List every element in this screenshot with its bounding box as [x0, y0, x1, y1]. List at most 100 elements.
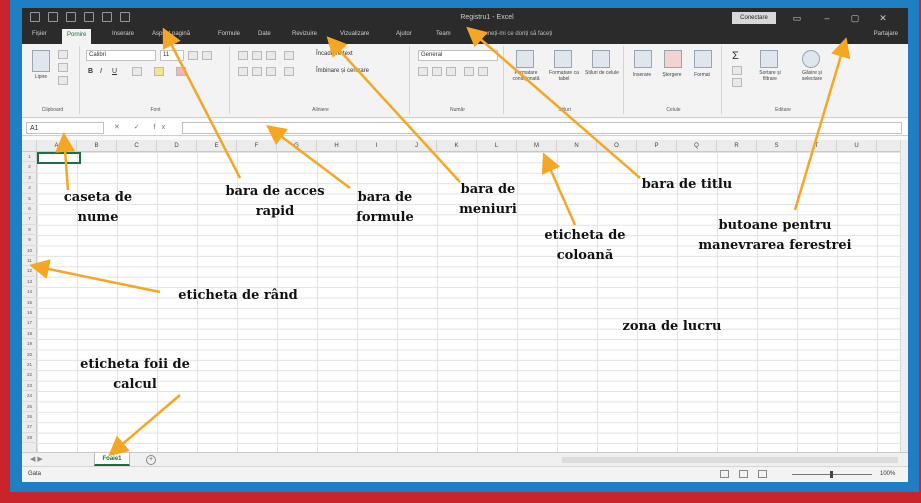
row-header[interactable]: 9 [22, 235, 37, 246]
vertical-scrollbar[interactable] [900, 140, 908, 452]
currency-icon[interactable] [418, 67, 428, 76]
name-box[interactable]: A1 [26, 122, 104, 134]
ribbon-display-options-icon[interactable]: ▭ [788, 11, 806, 25]
cell-styles-label[interactable]: Stiluri de celule [584, 70, 620, 76]
wrap-text-button[interactable]: Încadrare text [316, 51, 353, 57]
align-middle-icon[interactable] [252, 51, 262, 60]
column-header[interactable]: A [37, 140, 77, 152]
row-header[interactable]: 26 [22, 412, 37, 423]
align-top-icon[interactable] [238, 51, 248, 60]
insert-cells-icon[interactable] [634, 50, 652, 68]
font-size-select[interactable]: 11 [160, 50, 184, 61]
column-header[interactable]: R [717, 140, 757, 152]
row-header[interactable]: 25 [22, 402, 37, 412]
select-all-corner[interactable] [22, 140, 37, 152]
tab-help[interactable]: Ajutor [396, 31, 412, 37]
align-right-icon[interactable] [266, 67, 276, 76]
fill-color-icon[interactable] [154, 67, 164, 76]
delete-cells-label[interactable]: Ștergere [656, 72, 688, 78]
tab-home[interactable]: Pornire [62, 29, 92, 44]
tab-insert[interactable]: Inserare [112, 31, 134, 37]
percent-icon[interactable] [432, 67, 442, 76]
shrink-font-icon[interactable] [202, 51, 212, 60]
column-header[interactable]: T [797, 140, 837, 152]
formula-input[interactable] [182, 122, 902, 134]
share-button[interactable]: Partajare [874, 31, 898, 37]
indent-icon[interactable] [284, 67, 294, 76]
column-header[interactable]: K [437, 140, 477, 152]
underline-button[interactable]: U [112, 68, 117, 75]
column-header[interactable]: P [637, 140, 677, 152]
cut-icon[interactable] [58, 50, 68, 59]
conditional-formatting-label[interactable]: Formatare condiționată [508, 70, 544, 82]
italic-button[interactable]: I [100, 68, 102, 75]
row-header[interactable]: 22 [22, 370, 37, 381]
column-header[interactable]: L [477, 140, 517, 152]
column-header[interactable]: U [837, 140, 877, 152]
decrease-decimal-icon[interactable] [478, 67, 488, 76]
tab-file[interactable]: Fișier [32, 31, 47, 37]
font-name-select[interactable]: Calibri [86, 50, 156, 61]
column-header[interactable]: H [317, 140, 357, 152]
row-header[interactable]: 10 [22, 246, 37, 256]
row-header[interactable]: 28 [22, 433, 37, 444]
format-cells-icon[interactable] [694, 50, 712, 68]
clear-icon[interactable] [732, 78, 742, 87]
column-header[interactable]: G [277, 140, 317, 152]
row-header[interactable]: 21 [22, 360, 37, 371]
zoom-knob[interactable] [830, 471, 833, 478]
tab-page-layout[interactable]: Aspect pagină [152, 31, 190, 37]
bold-button[interactable]: B [88, 68, 93, 75]
column-header[interactable]: E [197, 140, 237, 152]
tab-review[interactable]: Revizuire [292, 31, 317, 37]
minimize-button[interactable]: – [818, 11, 836, 25]
row-header[interactable]: 15 [22, 298, 37, 308]
column-header[interactable]: B [77, 140, 117, 152]
row-header[interactable]: 8 [22, 225, 37, 236]
tell-me-search[interactable]: Spuneți-mi ce doriți să faceți [477, 31, 552, 37]
column-header[interactable]: D [157, 140, 197, 152]
comma-style-icon[interactable] [446, 67, 456, 76]
sort-filter-icon[interactable] [760, 50, 778, 68]
normal-view-icon[interactable] [720, 470, 729, 478]
font-color-icon[interactable] [176, 67, 186, 76]
row-header[interactable]: 17 [22, 318, 37, 329]
print-preview-icon[interactable] [102, 12, 112, 22]
column-header[interactable]: Q [677, 140, 717, 152]
conditional-formatting-icon[interactable] [516, 50, 534, 68]
format-as-table-icon[interactable] [554, 50, 572, 68]
autosum-icon[interactable]: Σ [732, 50, 739, 62]
active-cell[interactable] [37, 152, 81, 164]
orientation-icon[interactable] [284, 51, 294, 60]
format-cells-label[interactable]: Format [686, 72, 718, 78]
row-header[interactable]: 23 [22, 381, 37, 392]
formula-buttons[interactable]: ✕ ✓ fx [114, 123, 171, 131]
column-header[interactable]: F [237, 140, 277, 152]
paste-icon[interactable] [32, 50, 50, 72]
add-sheet-button[interactable]: + [146, 455, 156, 465]
column-header[interactable]: I [357, 140, 397, 152]
column-header[interactable]: C [117, 140, 157, 152]
row-header[interactable]: 19 [22, 339, 37, 350]
row-header[interactable]: 13 [22, 277, 37, 288]
number-format-select[interactable]: General [418, 50, 498, 61]
tab-view[interactable]: Vizualizare [340, 31, 369, 37]
format-painter-icon[interactable] [58, 76, 68, 85]
find-select-icon[interactable] [802, 50, 820, 68]
copy-icon[interactable] [58, 63, 68, 72]
format-as-table-label[interactable]: Formatare ca tabel [546, 70, 582, 82]
tab-formulas[interactable]: Formule [218, 31, 240, 37]
column-header[interactable]: M [517, 140, 557, 152]
fill-icon[interactable] [732, 66, 742, 75]
row-header[interactable]: 6 [22, 204, 37, 215]
row-header[interactable]: 3 [22, 173, 37, 184]
sign-in-button[interactable]: Conectare [732, 12, 776, 24]
borders-icon[interactable] [132, 67, 142, 76]
page-break-view-icon[interactable] [758, 470, 767, 478]
restore-button[interactable]: ▢ [846, 11, 864, 25]
increase-decimal-icon[interactable] [464, 67, 474, 76]
column-header[interactable]: S [757, 140, 797, 152]
close-button[interactable]: ✕ [874, 11, 892, 25]
save-icon[interactable] [84, 12, 94, 22]
redo-icon[interactable] [66, 12, 76, 22]
